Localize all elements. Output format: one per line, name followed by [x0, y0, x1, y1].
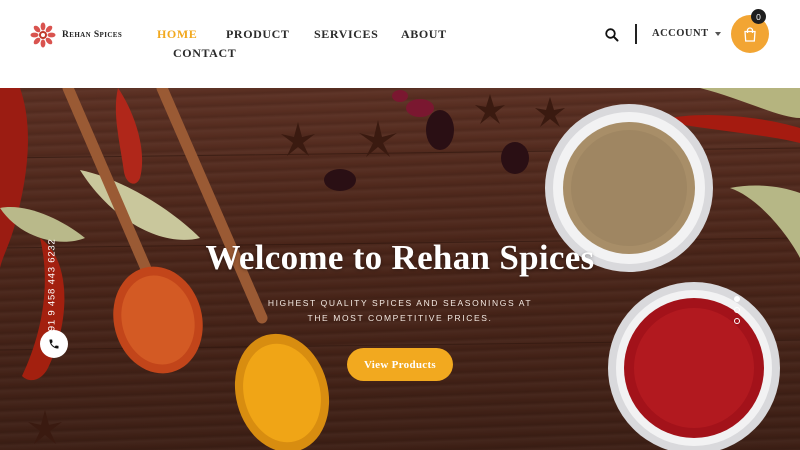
hero-banner: Welcome to Rehan Spices HIGHEST QUALITY …: [0, 88, 800, 450]
account-label: ACCOUNT: [652, 28, 709, 39]
brand-logo[interactable]: Rehan Spices: [30, 22, 122, 48]
phone-icon: [49, 339, 59, 349]
mandala-logo-icon: [30, 22, 56, 48]
nav-home[interactable]: HOME: [157, 27, 197, 42]
slide-dot-1[interactable]: [734, 296, 740, 302]
hero-subtitle-line-2: THE MOST COMPETITIVE PRICES.: [307, 313, 493, 323]
cart-count-badge: 0: [751, 9, 766, 24]
nav-contact[interactable]: CONTACT: [173, 46, 236, 61]
slide-dot-3[interactable]: [734, 318, 740, 324]
view-products-button[interactable]: View Products: [347, 348, 453, 381]
hero-subtitle: HIGHEST QUALITY SPICES AND SEASONINGS AT…: [240, 296, 560, 326]
phone-number-vertical: +91 9 458 443 6232: [40, 238, 64, 337]
nav-about[interactable]: ABOUT: [401, 27, 447, 42]
brand-name: Rehan Spices: [62, 30, 123, 40]
header-divider: [635, 24, 637, 44]
chevron-down-icon: [714, 31, 721, 36]
hero-subtitle-line-1: HIGHEST QUALITY SPICES AND SEASONINGS AT: [267, 298, 533, 308]
site-header: Rehan Spices HOME PRODUCT SERVICES ABOUT…: [0, 0, 800, 88]
search-icon: [605, 28, 619, 42]
phone-number: +91 9 458 443 6232: [46, 238, 58, 338]
slide-dot-2[interactable]: [734, 307, 740, 313]
call-button[interactable]: [40, 330, 68, 358]
search-button[interactable]: [604, 27, 620, 43]
shopping-bag-icon: [744, 26, 756, 42]
nav-services[interactable]: SERVICES: [314, 27, 378, 42]
nav-product[interactable]: PRODUCT: [226, 27, 290, 42]
account-menu[interactable]: ACCOUNT: [652, 28, 721, 39]
hero-title: Welcome to Rehan Spices: [205, 238, 595, 277]
